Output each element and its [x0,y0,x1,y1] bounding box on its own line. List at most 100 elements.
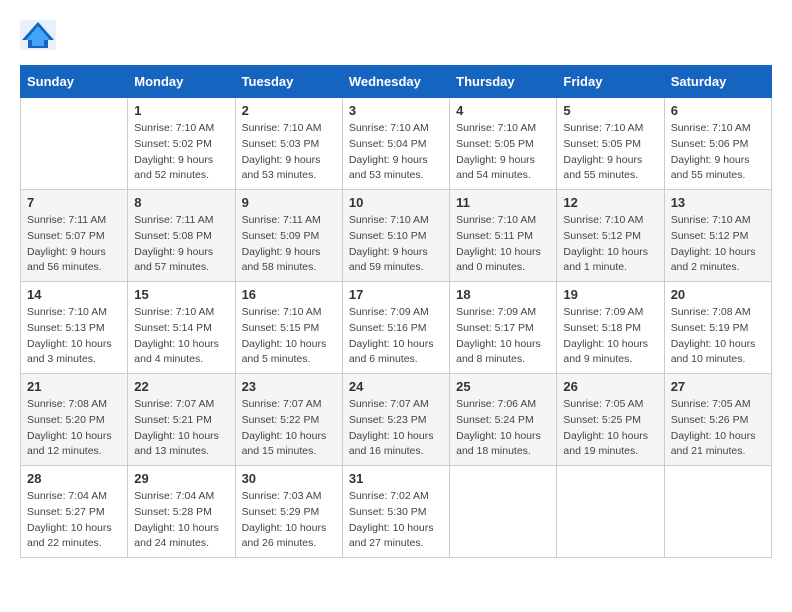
calendar-week-row: 21Sunrise: 7:08 AMSunset: 5:20 PMDayligh… [21,374,772,466]
calendar-day-cell: 13 Sunrise: 7:10 AMSunset: 5:12 PMDayligh… [664,190,771,282]
day-info: Sunrise: 7:10 AMSunset: 5:13 PMDaylight:… [27,305,121,368]
calendar-day-cell: 1 Sunrise: 7:10 AMSunset: 5:02 PMDaylight… [128,98,235,190]
day-number: 20 [671,287,765,302]
calendar-day-cell: 19Sunrise: 7:09 AMSunset: 5:18 PMDayligh… [557,282,664,374]
day-info: Sunrise: 7:10 AMSunset: 5:11 PMDaylight:… [456,213,550,276]
day-info: Sunrise: 7:09 AMSunset: 5:18 PMDaylight:… [563,305,657,368]
day-number: 23 [242,379,336,394]
day-info: Sunrise: 7:07 AMSunset: 5:23 PMDaylight:… [349,397,443,460]
calendar-day-cell: 28 Sunrise: 7:04 AMSunset: 5:27 PMDayligh… [21,466,128,558]
day-info: Sunrise: 7:10 AMSunset: 5:12 PMDaylight:… [671,213,765,276]
calendar-day-cell: 16 Sunrise: 7:10 AMSunset: 5:15 PMDayligh… [235,282,342,374]
calendar-day-cell: 2 Sunrise: 7:10 AMSunset: 5:03 PMDaylight… [235,98,342,190]
calendar-day-cell: 24 Sunrise: 7:07 AMSunset: 5:23 PMDayligh… [342,374,449,466]
day-number: 15 [134,287,228,302]
calendar-week-row: 1 Sunrise: 7:10 AMSunset: 5:02 PMDaylight… [21,98,772,190]
day-info: Sunrise: 7:04 AMSunset: 5:27 PMDaylight:… [27,489,121,552]
day-number: 14 [27,287,121,302]
day-info: Sunrise: 7:11 AMSunset: 5:07 PMDaylight:… [27,213,121,276]
day-info: Sunrise: 7:10 AMSunset: 5:14 PMDaylight:… [134,305,228,368]
day-info: Sunrise: 7:10 AMSunset: 5:12 PMDaylight:… [563,213,657,276]
day-info: Sunrise: 7:10 AMSunset: 5:03 PMDaylight:… [242,121,336,184]
weekday-header: Wednesday [342,66,449,98]
calendar-day-cell: 15 Sunrise: 7:10 AMSunset: 5:14 PMDayligh… [128,282,235,374]
calendar-header: SundayMondayTuesdayWednesdayThursdayFrid… [21,66,772,98]
calendar-day-cell: 31 Sunrise: 7:02 AMSunset: 5:30 PMDayligh… [342,466,449,558]
calendar-day-cell: 3 Sunrise: 7:10 AMSunset: 5:04 PMDaylight… [342,98,449,190]
day-info: Sunrise: 7:10 AMSunset: 5:02 PMDaylight:… [134,121,228,184]
day-info: Sunrise: 7:08 AMSunset: 5:19 PMDaylight:… [671,305,765,368]
calendar-week-row: 7 Sunrise: 7:11 AMSunset: 5:07 PMDaylight… [21,190,772,282]
day-info: Sunrise: 7:11 AMSunset: 5:08 PMDaylight:… [134,213,228,276]
calendar-day-cell: 30 Sunrise: 7:03 AMSunset: 5:29 PMDayligh… [235,466,342,558]
calendar-day-cell: 6Sunrise: 7:10 AMSunset: 5:06 PMDaylight… [664,98,771,190]
day-info: Sunrise: 7:10 AMSunset: 5:05 PMDaylight:… [456,121,550,184]
day-number: 29 [134,471,228,486]
day-number: 17 [349,287,443,302]
calendar-day-cell: 10Sunrise: 7:10 AMSunset: 5:10 PMDayligh… [342,190,449,282]
weekday-header: Saturday [664,66,771,98]
day-number: 8 [134,195,228,210]
calendar-day-cell: 17 Sunrise: 7:09 AMSunset: 5:16 PMDayligh… [342,282,449,374]
calendar-day-cell: 29 Sunrise: 7:04 AMSunset: 5:28 PMDayligh… [128,466,235,558]
day-info: Sunrise: 7:10 AMSunset: 5:15 PMDaylight:… [242,305,336,368]
weekday-header: Monday [128,66,235,98]
calendar-day-cell: 5Sunrise: 7:10 AMSunset: 5:05 PMDaylight… [557,98,664,190]
calendar-day-cell: 14 Sunrise: 7:10 AMSunset: 5:13 PMDayligh… [21,282,128,374]
day-info: Sunrise: 7:09 AMSunset: 5:16 PMDaylight:… [349,305,443,368]
calendar-day-cell [21,98,128,190]
day-number: 22 [134,379,228,394]
calendar-day-cell: 22 Sunrise: 7:07 AMSunset: 5:21 PMDayligh… [128,374,235,466]
day-info: Sunrise: 7:03 AMSunset: 5:29 PMDaylight:… [242,489,336,552]
day-info: Sunrise: 7:05 AMSunset: 5:25 PMDaylight:… [563,397,657,460]
day-info: Sunrise: 7:08 AMSunset: 5:20 PMDaylight:… [27,397,121,460]
weekday-row: SundayMondayTuesdayWednesdayThursdayFrid… [21,66,772,98]
calendar-day-cell: 26Sunrise: 7:05 AMSunset: 5:25 PMDayligh… [557,374,664,466]
day-number: 31 [349,471,443,486]
day-info: Sunrise: 7:09 AMSunset: 5:17 PMDaylight:… [456,305,550,368]
page-header [20,20,772,55]
day-number: 1 [134,103,228,118]
weekday-header: Friday [557,66,664,98]
day-info: Sunrise: 7:10 AMSunset: 5:10 PMDaylight:… [349,213,443,276]
calendar-day-cell: 25Sunrise: 7:06 AMSunset: 5:24 PMDayligh… [450,374,557,466]
logo-icon [20,20,56,50]
day-number: 24 [349,379,443,394]
day-number: 3 [349,103,443,118]
day-number: 7 [27,195,121,210]
day-number: 12 [563,195,657,210]
calendar-day-cell: 12 Sunrise: 7:10 AMSunset: 5:12 PMDayligh… [557,190,664,282]
calendar-week-row: 28 Sunrise: 7:04 AMSunset: 5:27 PMDayligh… [21,466,772,558]
calendar-day-cell [450,466,557,558]
day-number: 9 [242,195,336,210]
calendar-day-cell: 11 Sunrise: 7:10 AMSunset: 5:11 PMDayligh… [450,190,557,282]
calendar-day-cell [664,466,771,558]
calendar-day-cell: 4 Sunrise: 7:10 AMSunset: 5:05 PMDaylight… [450,98,557,190]
day-number: 2 [242,103,336,118]
weekday-header: Thursday [450,66,557,98]
weekday-header: Tuesday [235,66,342,98]
day-number: 11 [456,195,550,210]
day-number: 27 [671,379,765,394]
calendar-day-cell: 21Sunrise: 7:08 AMSunset: 5:20 PMDayligh… [21,374,128,466]
day-info: Sunrise: 7:10 AMSunset: 5:04 PMDaylight:… [349,121,443,184]
day-number: 13 [671,195,765,210]
logo [20,20,62,55]
calendar-day-cell: 9 Sunrise: 7:11 AMSunset: 5:09 PMDaylight… [235,190,342,282]
day-number: 30 [242,471,336,486]
day-info: Sunrise: 7:04 AMSunset: 5:28 PMDaylight:… [134,489,228,552]
calendar-day-cell: 20 Sunrise: 7:08 AMSunset: 5:19 PMDayligh… [664,282,771,374]
weekday-header: Sunday [21,66,128,98]
day-info: Sunrise: 7:11 AMSunset: 5:09 PMDaylight:… [242,213,336,276]
day-number: 4 [456,103,550,118]
day-number: 28 [27,471,121,486]
calendar-week-row: 14 Sunrise: 7:10 AMSunset: 5:13 PMDayligh… [21,282,772,374]
calendar-day-cell: 7 Sunrise: 7:11 AMSunset: 5:07 PMDaylight… [21,190,128,282]
calendar-table: SundayMondayTuesdayWednesdayThursdayFrid… [20,65,772,558]
day-number: 16 [242,287,336,302]
day-number: 25 [456,379,550,394]
calendar-day-cell: 8 Sunrise: 7:11 AMSunset: 5:08 PMDaylight… [128,190,235,282]
day-number: 5 [563,103,657,118]
day-info: Sunrise: 7:07 AMSunset: 5:21 PMDaylight:… [134,397,228,460]
day-info: Sunrise: 7:02 AMSunset: 5:30 PMDaylight:… [349,489,443,552]
